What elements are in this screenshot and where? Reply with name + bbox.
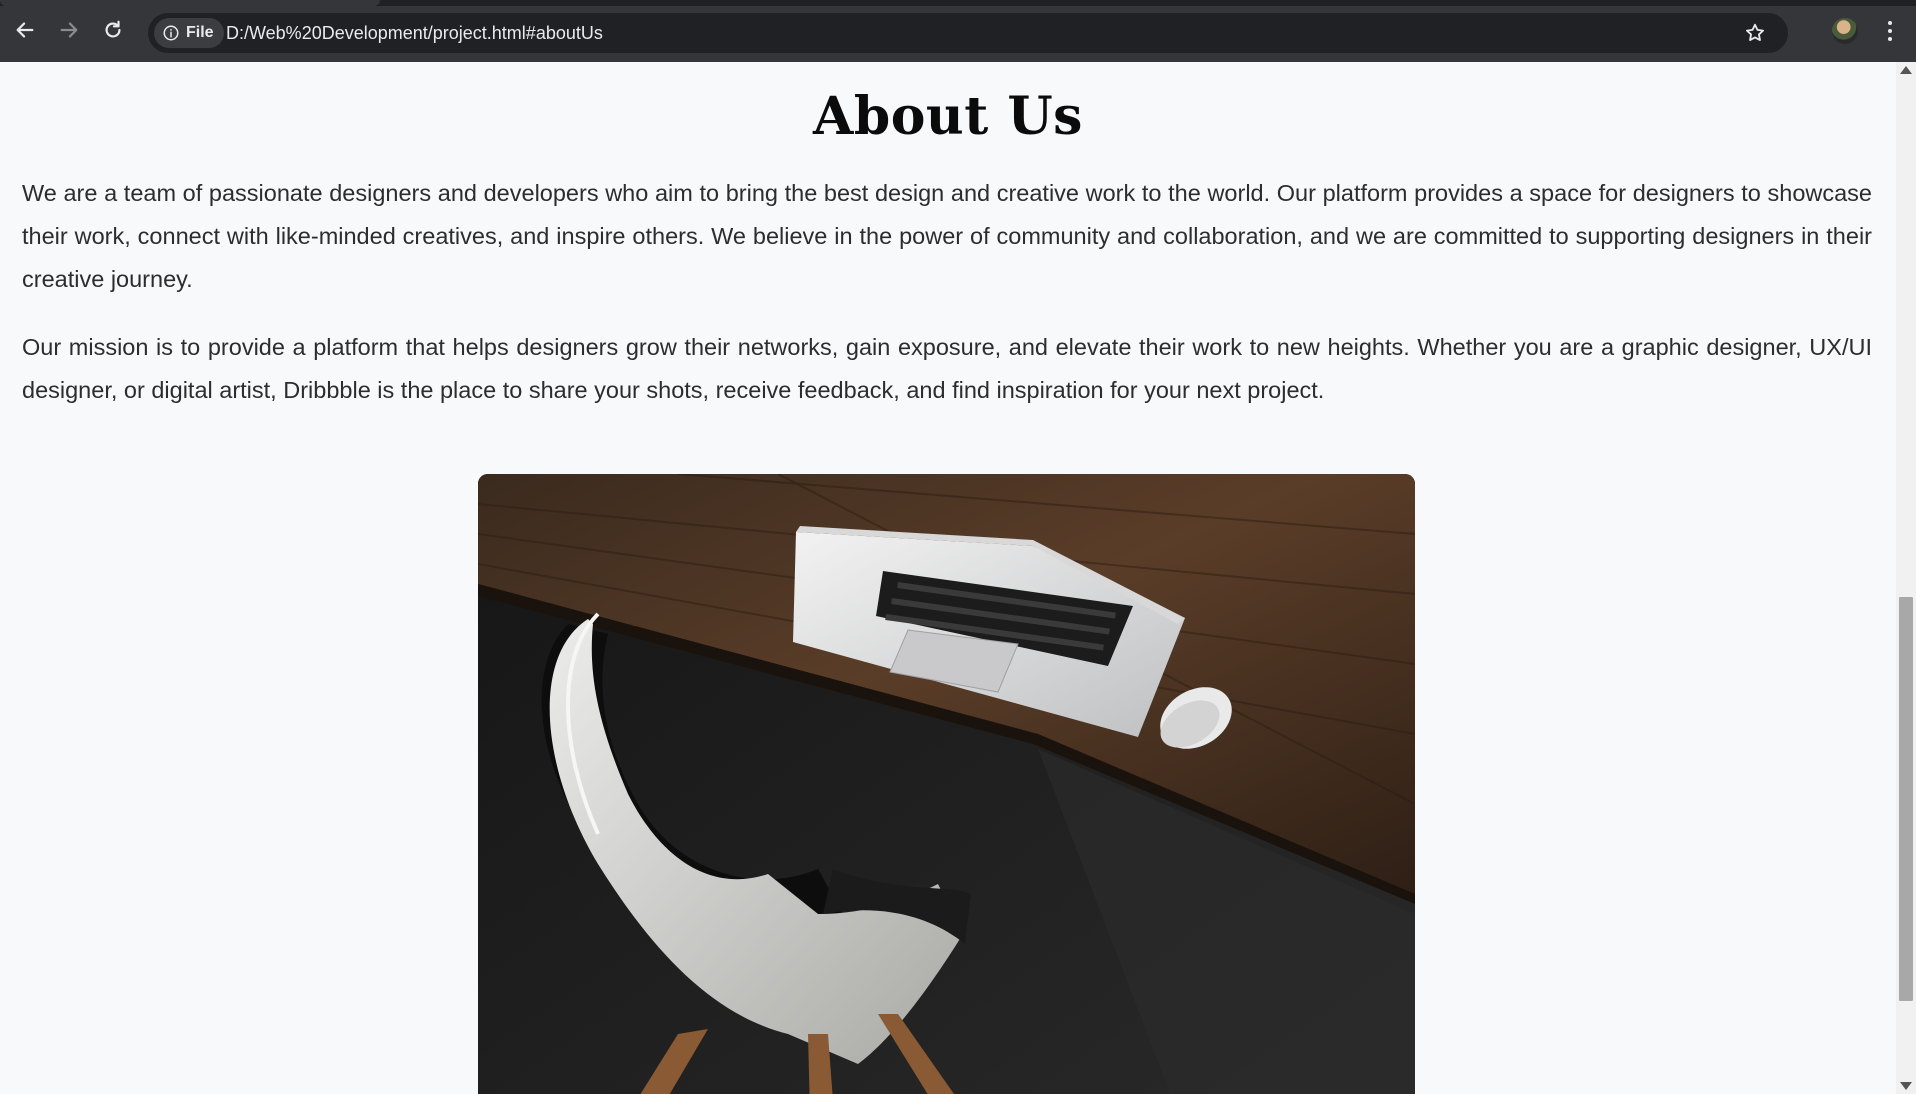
about-paragraph-1: We are a team of passionate designers an… <box>22 180 1872 292</box>
info-icon <box>162 24 180 42</box>
address-bar[interactable]: File D:/Web%20Development/project.html#a… <box>148 13 1788 53</box>
scroll-down-arrow-icon[interactable] <box>1900 1082 1912 1090</box>
reload-icon[interactable] <box>100 17 126 43</box>
kebab-menu-icon[interactable] <box>1880 18 1900 44</box>
page-title: About Us <box>813 86 1083 147</box>
back-arrow-icon[interactable] <box>12 17 38 43</box>
tab-strip <box>0 0 1916 6</box>
scroll-thumb[interactable] <box>1899 597 1913 1001</box>
active-tab[interactable] <box>0 0 380 6</box>
about-paragraph-2: Our mission is to provide a platform tha… <box>22 334 1872 403</box>
url-text[interactable]: D:/Web%20Development/project.html#aboutU… <box>226 13 603 53</box>
forward-arrow-icon[interactable] <box>56 17 82 43</box>
about-us-section: About Us We are a team of passionate des… <box>0 62 1896 1094</box>
profile-avatar[interactable] <box>1832 18 1858 44</box>
workspace-photo <box>478 474 1415 1094</box>
star-icon[interactable] <box>1744 22 1766 44</box>
browser-toolbar: File D:/Web%20Development/project.html#a… <box>0 0 1916 62</box>
site-info-chip[interactable]: File <box>154 18 224 48</box>
site-info-label: File <box>186 24 214 41</box>
desk-laptop-chair-image <box>478 474 1415 1094</box>
scroll-up-arrow-icon[interactable] <box>1900 66 1912 74</box>
vertical-scrollbar[interactable] <box>1896 62 1916 1094</box>
